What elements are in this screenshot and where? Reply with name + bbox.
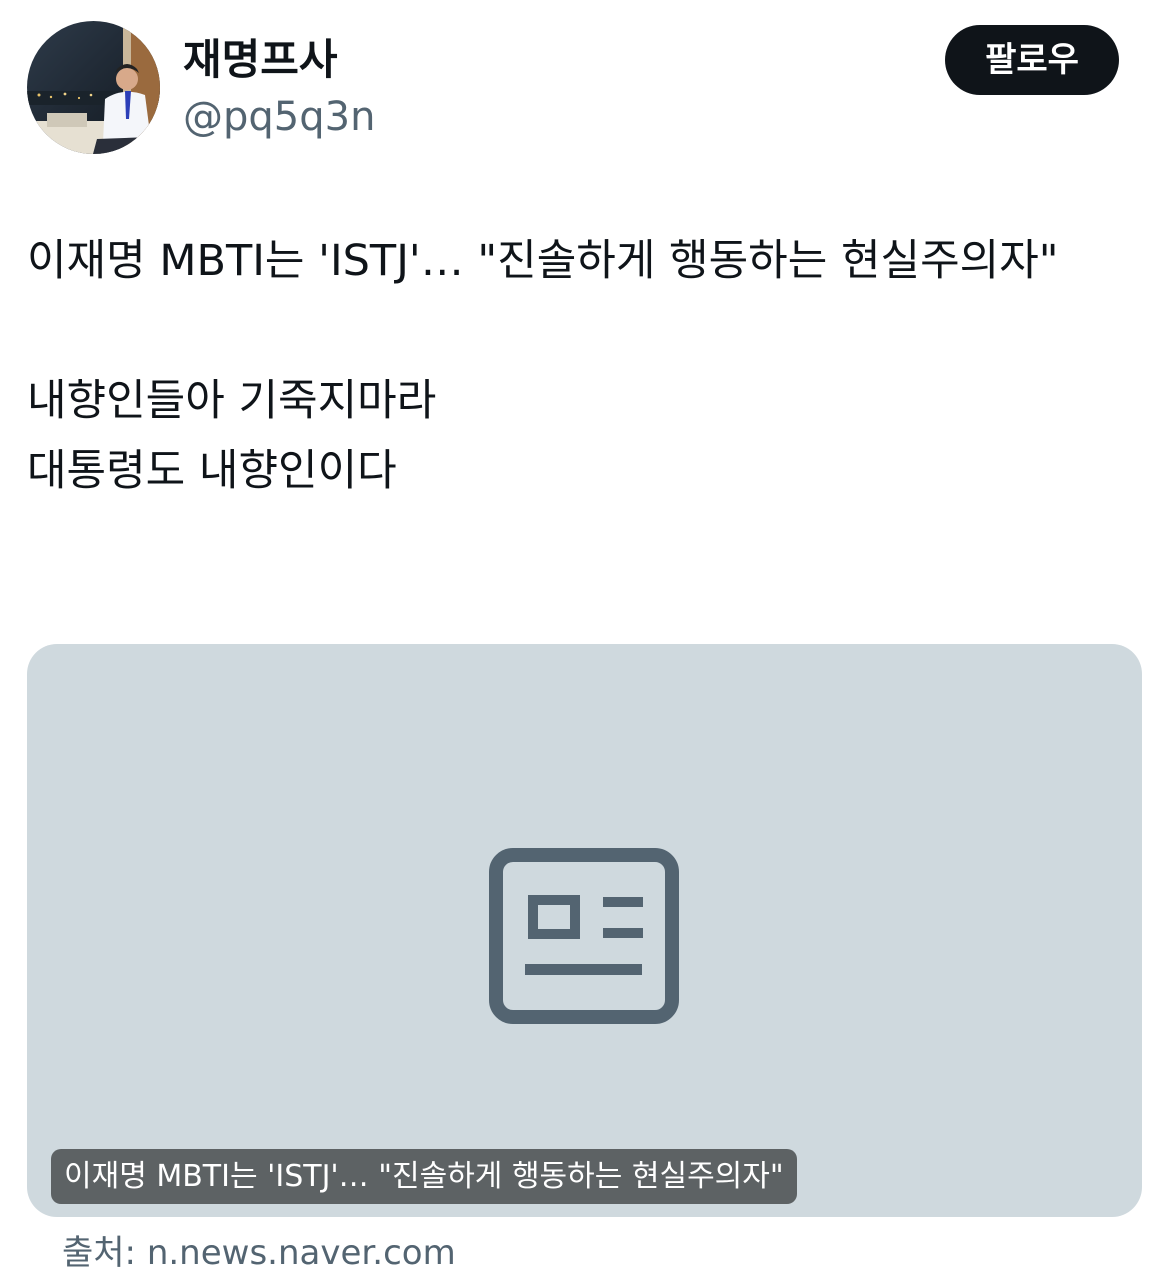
tweet-line: 대통령도 내향인이다 bbox=[27, 446, 397, 496]
link-source: 출처: n.news.naver.com bbox=[62, 1228, 456, 1278]
card-title: 이재명 MBTI는 'ISTJ'… "진솔하게 행동하는 현실주의자" bbox=[51, 1149, 797, 1204]
source-prefix: 출처: bbox=[62, 1233, 147, 1273]
display-name[interactable]: 재명프사 bbox=[183, 34, 338, 86]
link-preview-card[interactable]: 이재명 MBTI는 'ISTJ'… "진솔하게 행동하는 현실주의자" bbox=[27, 644, 1142, 1217]
tweet-line: 이재명 MBTI는 'ISTJ'… "진솔하게 행동하는 현실주의자" bbox=[27, 236, 1059, 286]
source-domain-link[interactable]: n.news.naver.com bbox=[147, 1233, 456, 1273]
user-handle[interactable]: @pq5q3n bbox=[183, 92, 375, 142]
avatar[interactable] bbox=[27, 21, 160, 154]
avatar-photo bbox=[27, 21, 160, 154]
tweet-header: 재명프사 @pq5q3n 팔로우 bbox=[0, 0, 1170, 170]
news-article-icon bbox=[489, 848, 679, 1028]
tweet-text: 이재명 MBTI는 'ISTJ'… "진솔하게 행동하는 현실주의자" 내향인들… bbox=[27, 226, 1137, 506]
follow-button[interactable]: 팔로우 bbox=[945, 25, 1119, 95]
tweet-paragraph: 내향인들아 기죽지마라 대통령도 내향인이다 bbox=[27, 366, 1137, 506]
tweet-line: 내향인들아 기죽지마라 bbox=[27, 376, 437, 426]
tweet-paragraph: 이재명 MBTI는 'ISTJ'… "진솔하게 행동하는 현실주의자" bbox=[27, 226, 1137, 296]
